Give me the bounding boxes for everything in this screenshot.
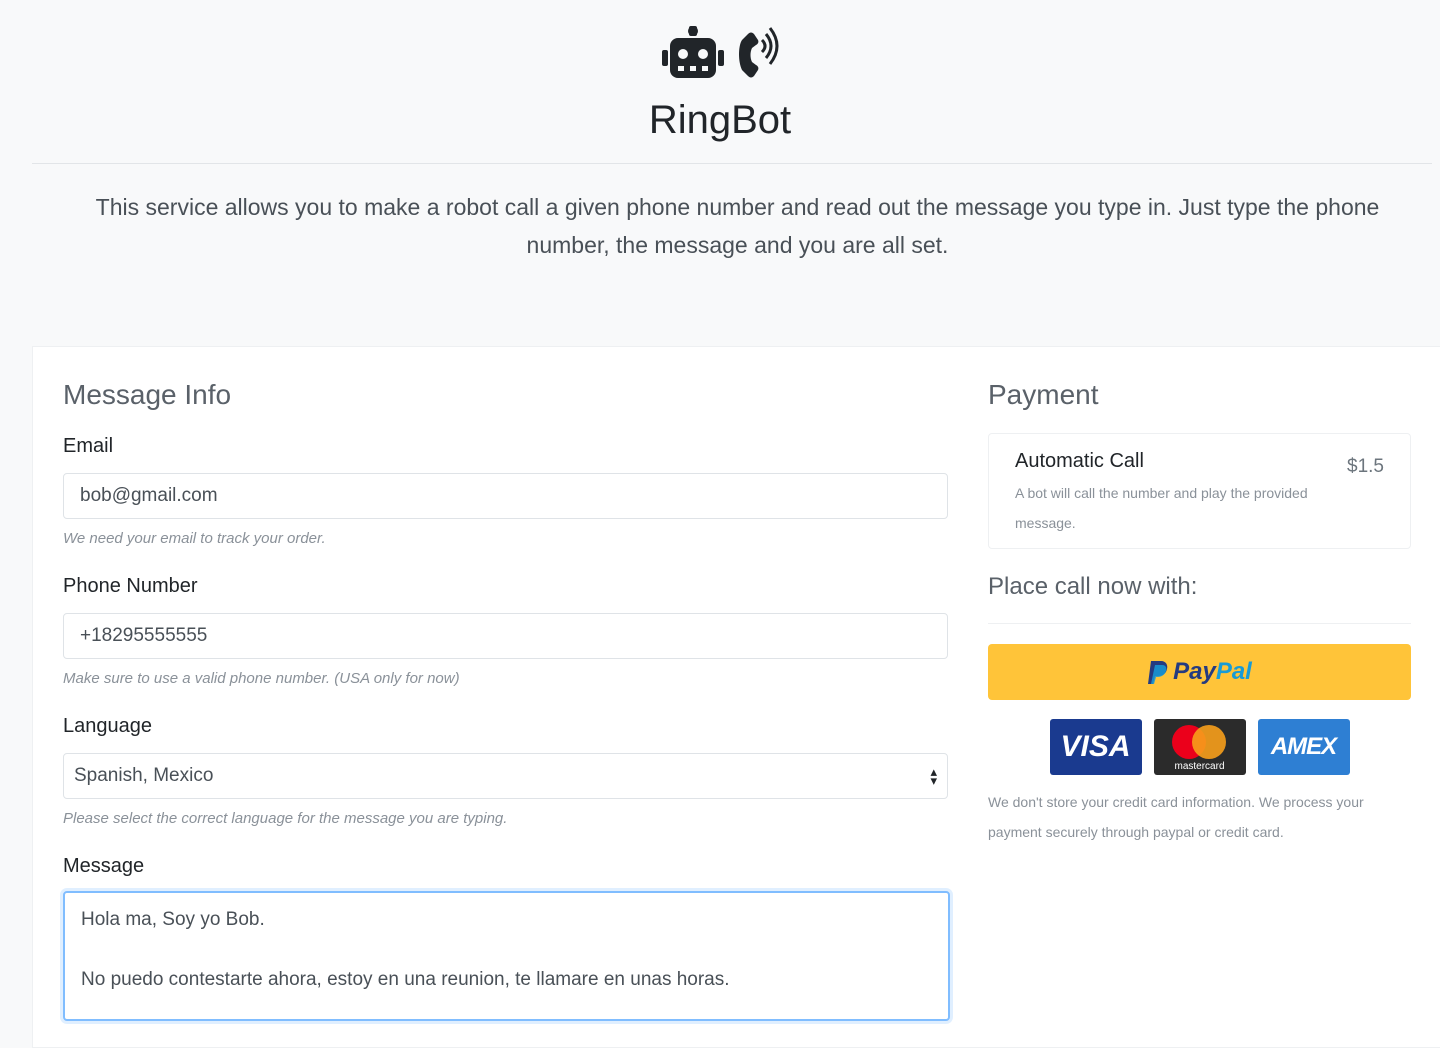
- mastercard-icon: mastercard: [1153, 719, 1246, 775]
- select-arrows-icon: ▴ ▾: [930, 764, 937, 788]
- product-name: Automatic Call: [1015, 450, 1144, 472]
- product-description: A bot will call the number and play the …: [1015, 485, 1308, 531]
- email-field[interactable]: [63, 473, 948, 519]
- paypal-text-pal: Pal: [1215, 658, 1252, 685]
- order-card: Message Info Email We need your email to…: [32, 346, 1440, 1048]
- language-help: Please select the correct language for t…: [63, 810, 508, 827]
- visa-icon: VISA: [1049, 719, 1142, 775]
- divider: [32, 163, 1432, 164]
- paypal-button[interactable]: Pay Pal: [988, 644, 1411, 700]
- message-line-2: No puedo contestarte ahora, estoy en una…: [81, 969, 730, 990]
- message-info-title: Message Info: [63, 379, 232, 410]
- paypal-logo-icon: [1148, 661, 1168, 684]
- robot-icon: [662, 26, 724, 78]
- email-label: Email: [63, 435, 114, 457]
- message-textarea[interactable]: Hola ma, Soy yo Bob. No puedo contestart…: [63, 891, 950, 1021]
- product-item: Automatic Call A bot will call the numbe…: [988, 433, 1411, 549]
- amex-icon: AMEX: [1257, 719, 1350, 775]
- message-line-1: Hola ma, Soy yo Bob.: [81, 909, 265, 930]
- phone-volume-icon: [739, 27, 779, 78]
- message-label: Message: [63, 855, 145, 877]
- service-description: This service allows you to make a robot …: [95, 194, 1380, 258]
- divider: [988, 623, 1411, 624]
- payment-title: Payment: [988, 379, 1099, 410]
- product-price: $1.5: [1347, 456, 1384, 477]
- phone-label: Phone Number: [63, 575, 198, 597]
- language-label: Language: [63, 715, 152, 737]
- email-help: We need your email to track your order.: [63, 530, 326, 547]
- security-note: We don't store your credit card informat…: [988, 794, 1364, 840]
- phone-help: Make sure to use a valid phone number. (…: [63, 670, 460, 687]
- language-select-value: Spanish, Mexico: [74, 765, 214, 786]
- language-select[interactable]: Spanish, Mexico ▴ ▾: [63, 753, 948, 799]
- logo: [0, 26, 1440, 82]
- phone-number-field[interactable]: [63, 613, 948, 659]
- paypal-text-pay: Pay: [1173, 658, 1216, 685]
- card-logos: VISA mastercard AMEX: [988, 719, 1411, 775]
- brand-title: RingBot: [648, 98, 792, 142]
- place-call-heading: Place call now with:: [988, 573, 1198, 600]
